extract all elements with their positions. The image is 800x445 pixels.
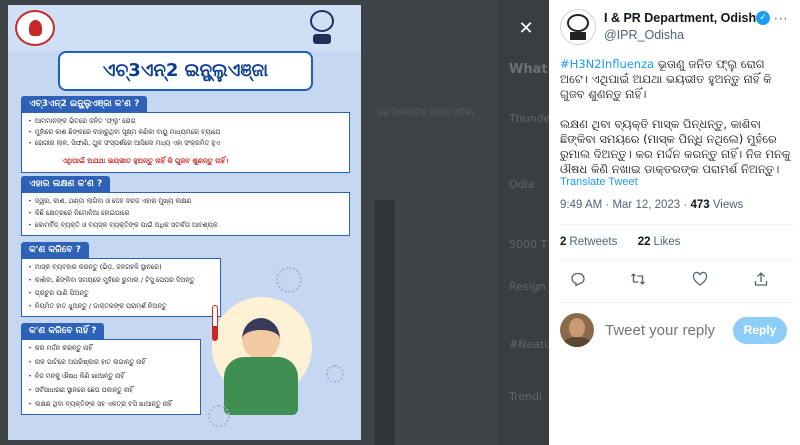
poster-bullet: କାଶିବା, ଛିଙ୍କିବା ସମୟରେ ମୁହଁରେ ରୁମାଲ / ଟି… [28, 276, 195, 285]
poster-bullet: କୋମର୍ବିଡ୍ ବ୍ୟକ୍ତି ଓ ବୟସ୍କ ବ୍ୟକ୍ତିଙ୍କ ପାଇ… [28, 221, 218, 230]
poster-section-heading: ଏଚ୍3ଏନ୍2 ଇନ୍ଫ୍ଲୁଏଞ୍ଜା କ'ଣ ? [21, 96, 148, 112]
poster-bullet: ଆମମାନଙ୍କ ଭିତରେ ଜନିତ 'ଫ୍ଲୁ' ରୋଗ [28, 117, 136, 126]
views-label: Views [712, 199, 744, 211]
tweet-date[interactable]: Mar 12, 2023 [612, 199, 680, 211]
virus-icon [208, 405, 230, 427]
poster-section-heading: ଏହାର ଲକ୍ଷଣ କ'ଣ ? [21, 176, 111, 192]
tweet-detail-panel: I & PR Department, Odisha ✓ @IPR_Odisha … [549, 0, 800, 445]
close-icon[interactable]: ✕ [511, 14, 541, 44]
tweet-stats: 2 Retweets 22 Likes [560, 236, 680, 248]
translate-tweet-link[interactable]: Translate Tweet [560, 176, 638, 188]
retweets-count: 2 [560, 236, 567, 248]
poster-bullet: ନାକ ପାଟିରେ ଅପରିଷ୍କାର ହାତ ଲଗାନ୍ତୁ ନାହିଁ [28, 358, 145, 367]
poster-title: ଏଚ୍3ଏନ୍2 ଇନ୍ଫ୍ଲୁଏଞ୍ଜା [58, 51, 313, 91]
more-icon[interactable]: ··· [774, 12, 788, 26]
poster-bullet: କର ମର୍ଦ୍ଦନ କରନ୍ତୁ ନାହିଁ [28, 344, 92, 353]
views-count: 473 [690, 199, 710, 211]
poster-section: ମାସ୍କ ବ୍ୟବହାର କରନ୍ତୁ (ଭିଡ଼, ଜନଗହଳି ସ୍ଥାନ… [21, 258, 221, 317]
divider [560, 259, 795, 260]
poster-section: କର ମର୍ଦ୍ଦନ କରନ୍ତୁ ନାହିଁ ନାକ ପାଟିରେ ଅପରିଷ… [21, 339, 201, 415]
poster-section: ଜ୍ୱର, କାଶ, ଥଣ୍ଡା ଲାଗିବା ଓ ଦେହ ଦରଜ ଏହାର ମ… [21, 192, 350, 236]
retweets-stat[interactable]: 2 Retweets [560, 236, 617, 248]
background-sidebar-text: Trendi [509, 390, 543, 403]
likes-count: 22 [637, 236, 651, 248]
divider [560, 224, 795, 225]
poster-bullet: ମାସ୍କ ବ୍ୟବହାର କରନ୍ତୁ (ଭିଡ଼, ଜନଗହଳି ସ୍ଥାନ… [28, 263, 162, 272]
poster-section-heading: କ'ଣ କରିବେ ନାହିଁ ? [21, 323, 105, 339]
virus-icon [276, 267, 302, 293]
reply-icon[interactable] [566, 270, 590, 294]
account-name[interactable]: I & PR Department, Odisha [604, 11, 763, 25]
background-sidebar: What Thunde Odia 5000 T Resign #Neatu Tr… [497, 0, 552, 445]
tweet-paragraph: ଲକ୍ଷଣ ଥିବା ବ୍ୟକ୍ତି ମାସ୍କ ପିନ୍ଧନ୍ତୁ, କାଶି… [560, 117, 791, 176]
poster-section-heading: କ'ଣ କରିବେ ? [21, 242, 89, 258]
tweet-meta: 9:49 AM · Mar 12, 2023 · 473 Views [560, 199, 744, 211]
background-sidebar-text: Thunde [509, 112, 551, 125]
odisha-emblem-logo [307, 10, 337, 48]
like-icon[interactable] [688, 270, 712, 294]
poster-bullet: ଜ୍ୱର, କାଶ, ଥଣ୍ଡା ଲାଗିବା ଓ ଦେହ ଦରଜ ଏହାର ମ… [28, 197, 192, 206]
background-sidebar-text: #Neatu [509, 338, 552, 351]
retweets-label: Retweets [569, 236, 618, 248]
poster-highlight-text: ଏଥିପାଇଁ ଅଯଥା ଭୟଭୀତ ହୁଅନ୍ତୁ ନାହିଁ କି ଗୁଜବ… [62, 157, 229, 165]
background-sidebar-text: Resign [509, 280, 546, 293]
poster-section: ଆମମାନଙ୍କ ଭିତରେ ଜନିତ 'ଫ୍ଲୁ' ରୋଗ ମୁହାଁରେ କ… [21, 112, 350, 173]
poster-bullet: ରୋଗୀର ଲାଳ, ସିଙ୍ଘାଣି, ଥୁକ ସଂସ୍ପର୍ଶରେ ଆସିଲ… [28, 139, 220, 148]
account-avatar[interactable] [560, 9, 596, 45]
background-sidebar-text: Odia [509, 178, 535, 191]
verified-badge-icon: ✓ [756, 11, 770, 25]
background-sidebar-text: What [509, 62, 548, 77]
likes-stat[interactable]: 22 Likes [638, 236, 681, 248]
tweet-media-image[interactable]: ଏଚ୍3ଏନ୍2 ଇନ୍ଫ୍ଲୁଏଞ୍ଜା ଏଚ୍3ଏନ୍2 ଇନ୍ଫ୍ଲୁଏଞ… [8, 5, 361, 440]
poster-bullet: କିଛି କ୍ଷେତ୍ରରେ ନିମୋନିଆ ହୋଇପାରେ [28, 209, 130, 218]
background-odia-text: ରେ ପ୍ରଭାବିତ ହୋଇ ଓଡ଼ିଶା [378, 108, 475, 118]
nhm-logo [15, 10, 55, 46]
poster-bullet: ମୁହାଁରେ କାଶ ଛିଙ୍କରେ ବାହାରୁଥିବା ସୂକ୍ଷ୍ମ କ… [28, 128, 221, 137]
background-sidebar-text: 5000 T [509, 238, 548, 251]
poster-bullet: ନିଜ ମନକୁ ଔଷଧ କିଣି ଖାଆନ୍ତୁ ନାହିଁ [28, 372, 124, 381]
account-handle[interactable]: @IPR_Odisha [604, 28, 684, 42]
retweet-icon[interactable] [626, 270, 650, 294]
reply-button[interactable]: Reply [733, 317, 787, 344]
divider [560, 302, 795, 303]
tweet-paragraph: #H3N2Influenza ଭୂତାଣୁ ଜନିତ ଫ୍ଲୁ ରୋଗ ଅଟେ।… [560, 57, 794, 102]
likes-label: Likes [653, 236, 681, 248]
virus-icon [326, 365, 344, 383]
poster-bullet: ଲକ୍ଷଣ ଥିବା ବ୍ୟକ୍ତିଙ୍କ ସହ ଏକତ୍ର ବସି ଖାଆନ୍… [28, 400, 172, 409]
poster-bullet: ନିୟମିତ ହାତ ଧୁଅନ୍ତୁ / ଡାକ୍ତରଙ୍କ ପରାମର୍ଶ ନ… [28, 302, 167, 311]
hashtag-link[interactable]: #H3N2Influenza [560, 57, 654, 71]
tweet-time[interactable]: 9:49 AM [560, 199, 602, 211]
background-card [375, 200, 395, 445]
thermometer-icon [212, 305, 218, 341]
poster-bullet: ପ୍ରଚୁର ପାଣି ପିଅନ୍ତୁ [28, 289, 89, 298]
poster-bullet: ସର୍ବସାଧାରଣ ସ୍ଥାନରେ ଛେପ ପକାନ୍ତୁ ନାହିଁ [28, 386, 133, 395]
user-avatar[interactable] [560, 313, 594, 347]
share-icon[interactable] [749, 270, 773, 294]
